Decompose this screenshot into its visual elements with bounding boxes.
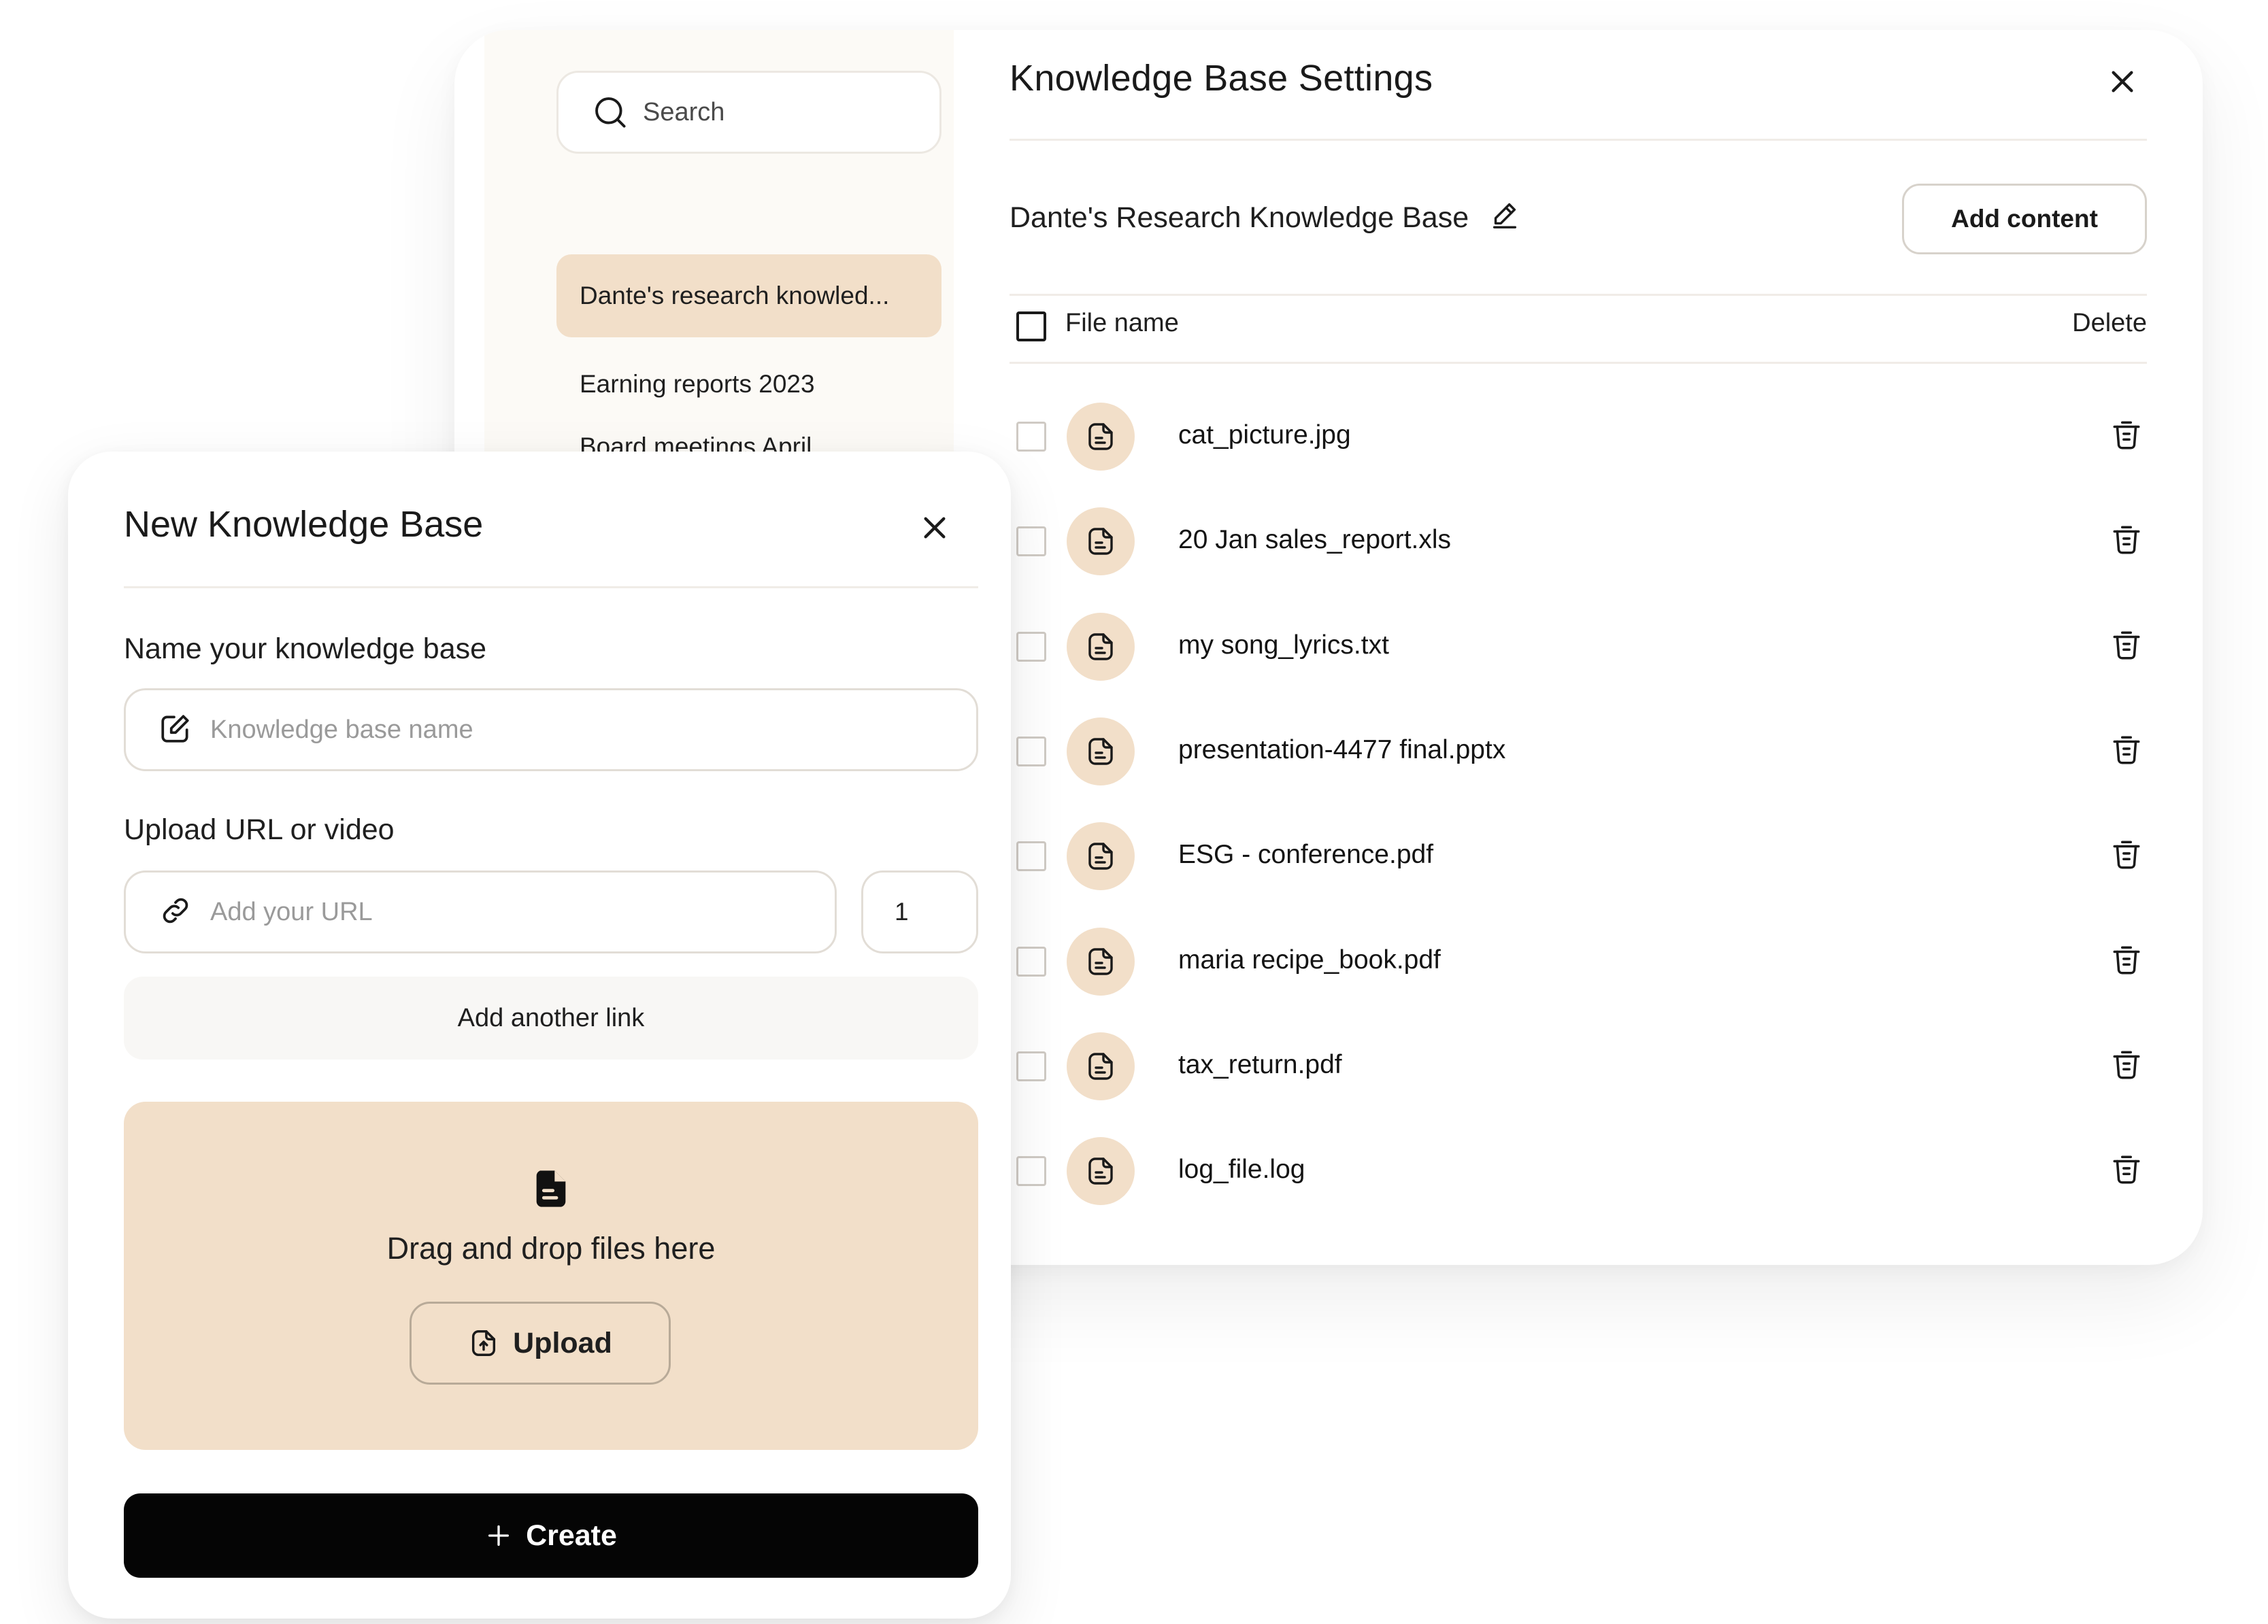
- upload-button-label: Upload: [513, 1326, 612, 1359]
- file-row[interactable]: 20 Jan sales_report.xls: [1010, 501, 2147, 582]
- file-checkbox[interactable]: [1016, 947, 1046, 977]
- document-icon: [1067, 717, 1135, 785]
- url-placeholder: Add your URL: [210, 897, 373, 926]
- new-kb-header-divider: [124, 586, 978, 588]
- file-checkbox[interactable]: [1016, 1051, 1046, 1081]
- search-icon: [593, 95, 628, 130]
- trash-icon: [2109, 1048, 2144, 1085]
- settings-title: Knowledge Base Settings: [1010, 58, 1433, 99]
- table-header-divider: [1010, 362, 2147, 364]
- trash-icon: [2109, 838, 2144, 875]
- url-label: Upload URL or video: [124, 813, 395, 846]
- kb-name-placeholder: Knowledge base name: [210, 715, 473, 744]
- add-another-link-button[interactable]: Add another link: [124, 977, 978, 1060]
- delete-file-button[interactable]: [2106, 416, 2147, 457]
- document-icon: [1067, 1137, 1135, 1205]
- trash-icon: [2109, 1153, 2144, 1190]
- file-name: cat_picture.jpg: [1178, 420, 1351, 450]
- settings-main-panel: Knowledge Base Settings Dante's Research…: [1010, 30, 2177, 1265]
- column-header-file-name: File name: [1065, 309, 1179, 337]
- file-name: ESG - conference.pdf: [1178, 840, 1434, 869]
- document-icon: [536, 1170, 566, 1207]
- kb-name-field[interactable]: Knowledge base name: [124, 688, 978, 771]
- delete-file-button[interactable]: [2106, 626, 2147, 667]
- document-icon: [1067, 403, 1135, 471]
- delete-file-button[interactable]: [2106, 521, 2147, 562]
- trash-icon: [2109, 733, 2144, 771]
- file-name: tax_return.pdf: [1178, 1050, 1342, 1079]
- trash-icon: [2109, 523, 2144, 560]
- header-divider: [1010, 139, 2147, 141]
- file-checkbox[interactable]: [1016, 526, 1046, 556]
- create-button-label: Create: [526, 1519, 617, 1552]
- select-all-checkbox[interactable]: [1016, 311, 1046, 341]
- file-name: presentation-4477 final.pptx: [1178, 735, 1506, 764]
- document-icon: [1067, 928, 1135, 996]
- document-icon: [1067, 613, 1135, 681]
- kb-name-label: Name your knowledge base: [124, 632, 487, 665]
- pencil-icon[interactable]: [1489, 199, 1520, 237]
- file-name: 20 Jan sales_report.xls: [1178, 525, 1452, 554]
- file-checkbox[interactable]: [1016, 841, 1046, 871]
- search-placeholder: Search: [643, 97, 725, 126]
- close-icon: [924, 517, 946, 539]
- trash-icon: [2109, 418, 2144, 456]
- delete-file-button[interactable]: [2106, 836, 2147, 877]
- file-table-header: File name Delete: [1010, 295, 2147, 358]
- plus-icon: [488, 1525, 510, 1546]
- add-content-button[interactable]: Add content: [1902, 184, 2147, 254]
- close-icon: [2112, 71, 2133, 92]
- column-header-delete: Delete: [2072, 309, 2147, 337]
- edit-icon: [159, 711, 193, 749]
- url-count-field[interactable]: 1: [861, 870, 978, 953]
- new-kb-title: New Knowledge Base: [124, 504, 484, 545]
- file-row[interactable]: maria recipe_book.pdf: [1010, 921, 2147, 1002]
- kb-name-text: Dante's Research Knowledge Base: [1010, 201, 1469, 234]
- new-knowledge-base-panel: New Knowledge Base Name your knowledge b…: [68, 452, 1011, 1619]
- close-settings-button[interactable]: [2101, 60, 2144, 103]
- file-row[interactable]: cat_picture.jpg: [1010, 396, 2147, 477]
- close-new-kb-button[interactable]: [913, 506, 956, 549]
- url-field[interactable]: Add your URL: [124, 870, 837, 953]
- delete-file-button[interactable]: [2106, 941, 2147, 982]
- file-name: maria recipe_book.pdf: [1178, 945, 1441, 975]
- file-upload-icon: [472, 1330, 496, 1356]
- file-name: my song_lyrics.txt: [1178, 630, 1389, 660]
- file-checkbox[interactable]: [1016, 632, 1046, 662]
- trash-icon: [2109, 943, 2144, 981]
- sidebar-item-dantes-research[interactable]: Dante's research knowled...: [556, 254, 941, 337]
- file-checkbox[interactable]: [1016, 422, 1046, 452]
- document-icon: [1067, 822, 1135, 890]
- file-row[interactable]: tax_return.pdf: [1010, 1026, 2147, 1107]
- create-button[interactable]: Create: [124, 1493, 978, 1578]
- kb-name-display: Dante's Research Knowledge Base: [1010, 199, 1520, 237]
- file-row[interactable]: my song_lyrics.txt: [1010, 606, 2147, 688]
- trash-icon: [2109, 628, 2144, 666]
- file-row[interactable]: presentation-4477 final.pptx: [1010, 711, 2147, 792]
- file-row[interactable]: log_file.log: [1010, 1130, 2147, 1212]
- link-icon: [159, 894, 193, 931]
- file-drop-zone[interactable]: Drag and drop files here Upload: [124, 1102, 978, 1450]
- delete-file-button[interactable]: [2106, 1151, 2147, 1191]
- file-checkbox[interactable]: [1016, 1156, 1046, 1186]
- search-input[interactable]: Search: [556, 71, 941, 154]
- document-icon: [1067, 1032, 1135, 1100]
- delete-file-button[interactable]: [2106, 731, 2147, 772]
- file-row[interactable]: ESG - conference.pdf: [1010, 815, 2147, 897]
- drop-zone-text: Drag and drop files here: [386, 1231, 716, 1266]
- delete-file-button[interactable]: [2106, 1046, 2147, 1087]
- file-checkbox[interactable]: [1016, 737, 1046, 766]
- file-name: log_file.log: [1178, 1155, 1305, 1184]
- upload-button[interactable]: Upload: [410, 1302, 671, 1385]
- document-icon: [1067, 507, 1135, 575]
